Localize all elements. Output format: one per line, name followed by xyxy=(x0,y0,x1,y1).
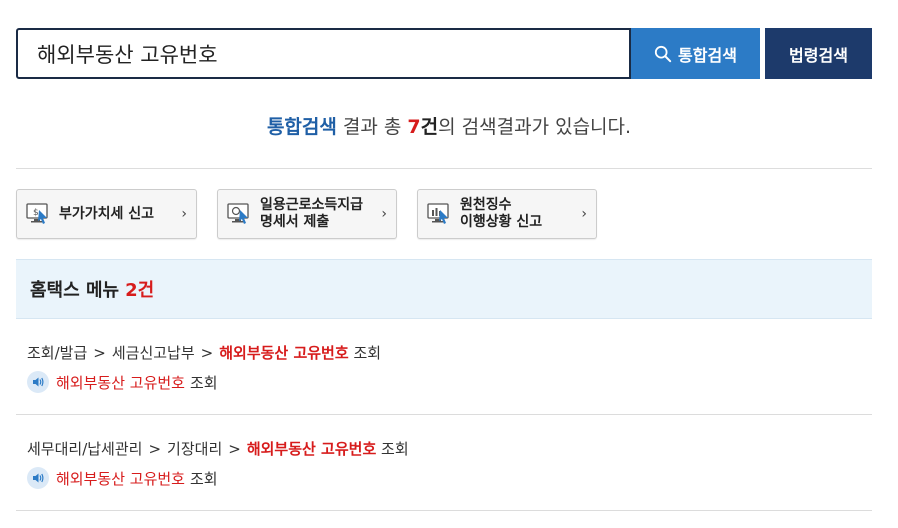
summary-count-unit: 건 xyxy=(420,116,439,138)
breadcrumb-suffix: 조회 xyxy=(381,440,409,458)
chevron-right-icon: › xyxy=(181,206,187,222)
result-breadcrumb[interactable]: 조회/발급 > 세금신고납부 > 해외부동산 고유번호 조회 xyxy=(27,342,381,363)
law-search-button[interactable]: 법령검색 xyxy=(765,28,872,79)
breadcrumb-level-2: 세금신고납부 xyxy=(111,344,195,362)
chevron-right-icon: › xyxy=(581,206,587,222)
integrated-search-label: 통합검색 xyxy=(678,45,737,65)
search-icon xyxy=(654,45,672,62)
monitor-doc-icon xyxy=(227,203,249,224)
search-box[interactable] xyxy=(16,28,631,79)
quick-link-label-line1: 일용근로소득지급 xyxy=(260,197,364,213)
quick-link-label-line2: 명세서 제출 xyxy=(260,214,330,230)
menu-header-count: 2건 xyxy=(125,280,155,301)
quick-link-daily-wage-statement[interactable]: 일용근로소득지급 명세서 제출 › xyxy=(217,189,397,239)
quick-link-label: 원천징수 이행상황 신고 xyxy=(460,197,581,231)
summary-text-before: 결과 총 xyxy=(336,116,408,138)
result-sub-link[interactable]: 해외부동산 고유번호 조회 xyxy=(27,371,218,393)
breadcrumb-separator: > xyxy=(200,344,214,362)
breadcrumb-level-1: 조회/발급 xyxy=(27,344,88,362)
speaker-icon xyxy=(27,371,49,393)
result-item: 조회/발급 > 세금신고납부 > 해외부동산 고유번호 조회 해외부동산 고유번호 조회 xyxy=(16,319,872,415)
search-bar: 통합검색 법령검색 xyxy=(16,28,872,79)
sub-link-highlight: 해외부동산 고유번호 xyxy=(56,373,185,392)
breadcrumb-level-1: 세무대리/납세관리 xyxy=(27,440,143,458)
chevron-right-icon: › xyxy=(381,206,387,222)
menu-header-title: 홈택스 메뉴 xyxy=(30,280,120,301)
quick-link-label-line2: 이행상황 신고 xyxy=(460,214,543,230)
summary-text-after: 의 검색결과가 있습니다. xyxy=(438,116,632,138)
sub-link-suffix: 조회 xyxy=(189,373,218,392)
speaker-icon xyxy=(27,467,49,489)
monitor-tax-icon: $ xyxy=(26,203,48,224)
quick-link-label: 일용근로소득지급 명세서 제출 xyxy=(260,197,381,231)
quick-link-vat-report[interactable]: $ 부가가치세 신고 › xyxy=(16,189,197,239)
sub-link-highlight: 해외부동산 고유번호 xyxy=(56,469,185,488)
breadcrumb-separator: > xyxy=(148,440,162,458)
search-input[interactable] xyxy=(37,41,629,66)
result-summary: 통합검색 결과 총 7건의 검색결과가 있습니다. xyxy=(0,112,898,139)
hometax-menu-header: 홈택스 메뉴 2건 xyxy=(16,259,872,319)
result-breadcrumb[interactable]: 세무대리/납세관리 > 기장대리 > 해외부동산 고유번호 조회 xyxy=(27,438,409,459)
breadcrumb-suffix: 조회 xyxy=(353,344,382,362)
svg-text:$: $ xyxy=(33,208,39,218)
monitor-chart-icon xyxy=(427,203,449,224)
divider xyxy=(16,168,872,169)
breadcrumb-separator: > xyxy=(228,440,241,458)
summary-count: 7 xyxy=(407,116,421,138)
result-sub-link[interactable]: 해외부동산 고유번호 조회 xyxy=(27,467,218,489)
breadcrumb-level-2: 기장대리 xyxy=(167,440,223,458)
quick-link-withholding-report[interactable]: 원천징수 이행상황 신고 › xyxy=(417,189,597,239)
quick-link-label: 부가가치세 신고 xyxy=(59,205,155,222)
quick-link-label-line1: 원천징수 xyxy=(460,197,512,213)
breadcrumb-highlight: 해외부동산 고유번호 xyxy=(219,344,349,362)
integrated-search-button[interactable]: 통합검색 xyxy=(631,28,760,79)
sub-link-suffix: 조회 xyxy=(189,469,218,488)
breadcrumb-separator: > xyxy=(93,344,106,362)
summary-scope: 통합검색 xyxy=(266,116,337,138)
result-item: 세무대리/납세관리 > 기장대리 > 해외부동산 고유번호 조회 해외부동산 고유번호 … xyxy=(16,415,872,511)
breadcrumb-highlight: 해외부동산 고유번호 xyxy=(246,440,377,458)
